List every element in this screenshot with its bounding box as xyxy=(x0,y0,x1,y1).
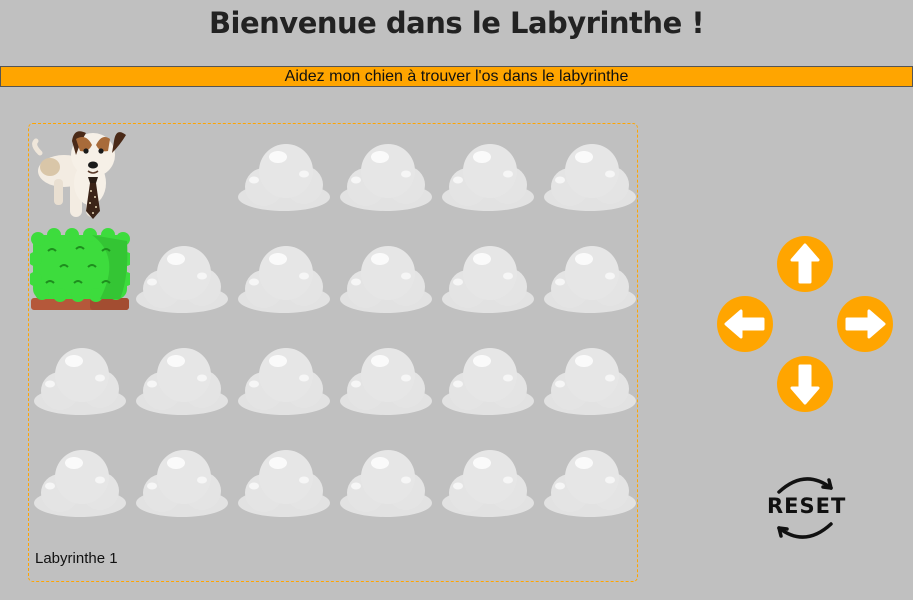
maze-cell-cloud xyxy=(30,329,130,429)
maze-cell-cloud xyxy=(336,227,436,327)
instruction-banner: Aidez mon chien à trouver l'os dans le l… xyxy=(0,66,913,87)
cloud-icon xyxy=(544,246,636,313)
cloud-icon xyxy=(340,348,432,415)
maze-cell-cloud xyxy=(438,125,538,225)
maze-cell-cloud xyxy=(336,431,436,531)
cloud-icon xyxy=(340,246,432,313)
cloud-icon xyxy=(442,144,534,211)
maze-cell-cloud xyxy=(234,431,334,531)
arrow-up-icon xyxy=(777,236,833,292)
maze-cell-cloud xyxy=(336,125,436,225)
cloud-icon xyxy=(442,450,534,517)
maze-cell-cloud xyxy=(438,227,538,327)
cloud-icon xyxy=(136,246,228,313)
cloud-icon xyxy=(238,348,330,415)
maze-cell-cloud xyxy=(540,227,640,327)
maze-cell-cloud xyxy=(438,431,538,531)
maze-cell-cloud xyxy=(234,329,334,429)
cloud-icon xyxy=(442,348,534,415)
reset-label: RESET xyxy=(767,494,847,518)
cloud-icon xyxy=(136,348,228,415)
cloud-icon xyxy=(340,144,432,211)
bush-icon xyxy=(30,228,130,310)
reset-button[interactable]: RESET xyxy=(767,470,847,546)
maze-cell-cloud xyxy=(540,431,640,531)
cloud-icon xyxy=(136,450,228,517)
maze-cell-cloud xyxy=(438,329,538,429)
maze-cell-cloud xyxy=(234,227,334,327)
cloud-icon xyxy=(34,348,126,415)
cloud-icon xyxy=(238,246,330,313)
cloud-icon xyxy=(442,246,534,313)
maze-cell-cloud xyxy=(30,431,130,531)
maze-cell-cloud xyxy=(540,329,640,429)
cloud-icon xyxy=(340,450,432,517)
maze-cell-cloud xyxy=(234,125,334,225)
cloud-icon xyxy=(238,450,330,517)
left-button[interactable] xyxy=(716,295,774,353)
page-title: Bienvenue dans le Labyrinthe ! xyxy=(208,6,705,40)
maze-board: Labyrinthe 1 xyxy=(28,123,638,582)
maze-cell-dog xyxy=(30,125,130,225)
maze-label: Labyrinthe 1 xyxy=(35,550,118,567)
down-button[interactable] xyxy=(776,355,834,413)
arrow-down-icon xyxy=(777,356,833,412)
cloud-icon xyxy=(544,348,636,415)
maze-cell-bush xyxy=(30,227,130,327)
cloud-icon xyxy=(544,144,636,211)
arrow-left-icon xyxy=(717,296,773,352)
cloud-icon xyxy=(238,144,330,211)
cloud-icon xyxy=(34,450,126,517)
arrow-right-icon xyxy=(837,296,893,352)
maze-cell-cloud xyxy=(132,431,232,531)
cloud-icon xyxy=(544,450,636,517)
dog-icon xyxy=(32,131,126,219)
maze-cell-cloud xyxy=(132,227,232,327)
maze-cell-cloud xyxy=(540,125,640,225)
maze-cell-cloud xyxy=(132,329,232,429)
maze-cell-cloud xyxy=(336,329,436,429)
up-button[interactable] xyxy=(776,235,834,293)
right-button[interactable] xyxy=(836,295,894,353)
